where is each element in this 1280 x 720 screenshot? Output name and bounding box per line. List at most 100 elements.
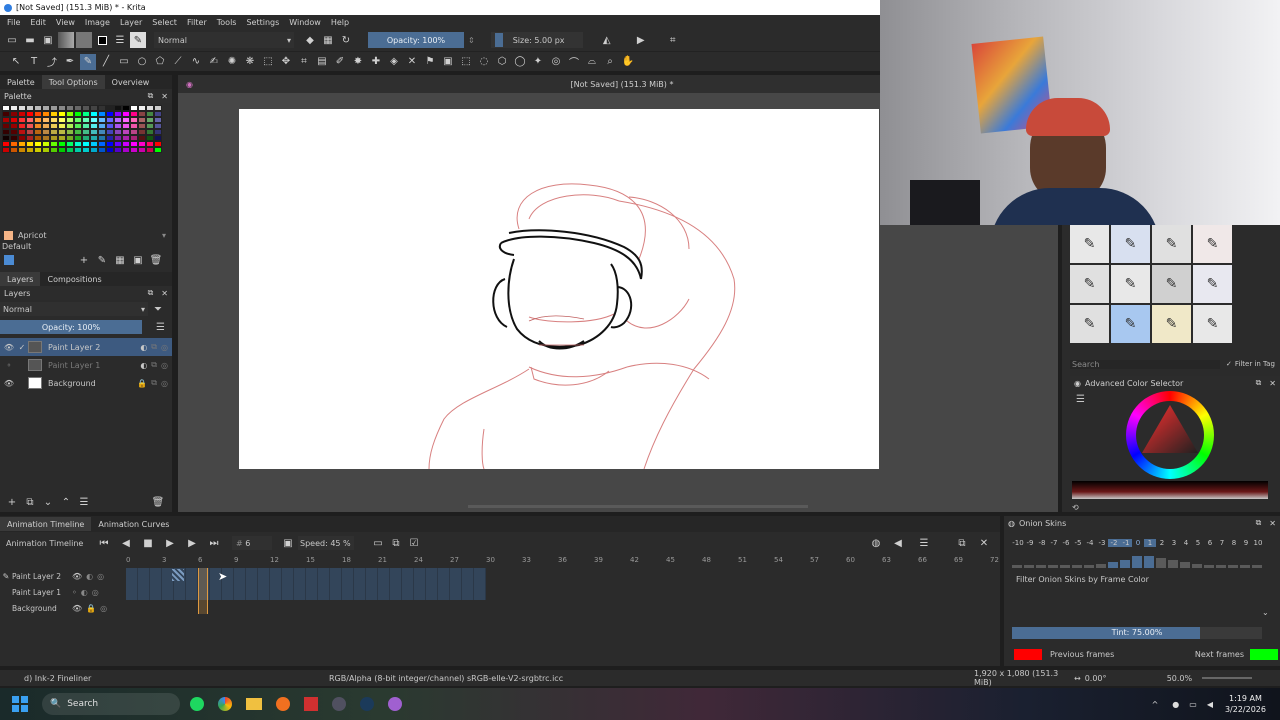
rectangle-icon[interactable]: ▭ (116, 54, 132, 70)
polygon-icon[interactable]: ⬠ (152, 54, 168, 70)
onion-opacity-bar[interactable] (1096, 564, 1106, 568)
close-icon[interactable]: ✕ (1269, 519, 1276, 528)
previous-frames-color[interactable] (1014, 648, 1042, 660)
stop-icon[interactable]: ■ (140, 535, 156, 551)
onion-frame-number[interactable]: 7 (1216, 539, 1228, 547)
close-icon[interactable]: ✕ (1269, 379, 1276, 388)
tab-animation-timeline[interactable]: Animation Timeline (0, 517, 92, 531)
timeline-layer-row[interactable]: Background 👁 🔒 ◎ (0, 600, 126, 616)
onion-frame-number[interactable]: 0 (1132, 539, 1144, 547)
menu-item-file[interactable]: File (2, 18, 25, 27)
onion-frame-number[interactable]: 9 (1240, 539, 1252, 547)
palette-list-icon[interactable] (4, 255, 14, 265)
timeline-layer-name[interactable]: Paint Layer 2 (12, 572, 68, 581)
filter-onion-label[interactable]: Filter Onion Skins by Frame Color (1016, 575, 1149, 584)
float-icon[interactable]: ⧉ (1256, 518, 1262, 528)
transform-icon[interactable]: ⬚ (260, 54, 276, 70)
edit-icon[interactable]: ✎ (94, 252, 110, 268)
visibility-icon[interactable]: 👁 (72, 604, 82, 613)
palette-swatch[interactable] (130, 147, 138, 153)
tab-overview[interactable]: Overview (105, 75, 157, 89)
mirror-horizontal-icon[interactable]: ◭ (599, 32, 615, 48)
palette-swatch[interactable] (98, 147, 106, 153)
ellipse-select-icon[interactable]: ◌ (476, 54, 492, 70)
refresh-icon[interactable]: ⟲ (1072, 503, 1079, 512)
onion-opacity-bar[interactable] (1204, 565, 1214, 568)
tab-palette[interactable]: Palette (0, 75, 42, 89)
size-slider[interactable]: Size: 5.00 px (490, 32, 583, 48)
color-wheel[interactable] (1126, 391, 1214, 479)
onion-frame-number[interactable]: -6 (1060, 539, 1072, 547)
menu-item-edit[interactable]: Edit (25, 18, 51, 27)
onion-toggle-icon[interactable]: ◎ (97, 572, 104, 581)
menu-item-window[interactable]: Window (284, 18, 326, 27)
chrome-icon[interactable] (218, 697, 232, 711)
tint-slider[interactable]: Tint: 75.00% (1012, 627, 1262, 639)
text-icon[interactable]: T (26, 54, 42, 70)
multi-frame-icon[interactable]: ⧉ (388, 535, 404, 551)
timeline-layer-name[interactable]: Background (12, 604, 68, 613)
palette-swatch[interactable] (26, 147, 34, 153)
taskbar-search[interactable]: 🔍 Search (42, 693, 180, 715)
open-document-icon[interactable]: ▬ (22, 32, 38, 48)
onion-opacity-bar[interactable] (1012, 565, 1022, 568)
app-icon-red[interactable] (304, 697, 318, 711)
timeline-layer-row[interactable]: Paint Layer 1 ◦ ◐ ◎ (0, 584, 126, 600)
next-frames-color[interactable] (1250, 648, 1278, 660)
layer-blend-select[interactable]: Normal ▾ (0, 302, 148, 316)
onion-opacity-bar[interactable] (1240, 565, 1250, 568)
onion-frame-number[interactable]: 3 (1168, 539, 1180, 547)
color-settings-icon[interactable]: ☰ (1076, 394, 1085, 405)
palette-swatch[interactable] (138, 147, 146, 153)
alpha-icon[interactable]: ◐ (140, 343, 147, 352)
menu-item-view[interactable]: View (51, 18, 80, 27)
onion-opacity-bar[interactable] (1132, 556, 1142, 568)
menu-item-layer[interactable]: Layer (115, 18, 147, 27)
onion-frame-number[interactable]: -7 (1048, 539, 1060, 547)
menu-item-image[interactable]: Image (80, 18, 115, 27)
bezier-select-icon[interactable]: ⌒ (566, 54, 582, 70)
layer-properties-icon[interactable]: ☰ (76, 494, 92, 510)
onion-frame-number[interactable]: -8 (1036, 539, 1048, 547)
frame-settings-icon[interactable]: ☑ (406, 535, 422, 551)
delete-layer-icon[interactable]: 🗑 (150, 494, 166, 510)
freehand-path-icon[interactable]: ✍ (206, 54, 222, 70)
brush-preset[interactable]: ✎ (1070, 265, 1109, 303)
krita-taskbar-icon[interactable] (388, 697, 402, 711)
palette-swatch[interactable] (154, 147, 162, 153)
onion-opacity-bar[interactable] (1192, 564, 1202, 568)
audio-icon[interactable]: ◀ (890, 535, 906, 551)
brush-preset[interactable]: ✎ (1152, 305, 1191, 343)
palette-swatch[interactable] (50, 147, 58, 153)
palette-swatch[interactable] (58, 147, 66, 153)
close-icon[interactable]: ✕ (161, 289, 168, 298)
menu-item-filter[interactable]: Filter (182, 18, 212, 27)
onion-opacity-bar[interactable] (1072, 565, 1082, 568)
float-icon[interactable]: ⧉ (1256, 378, 1262, 388)
dynamic-brush-icon[interactable]: ✺ (224, 54, 240, 70)
add-icon[interactable]: + (76, 252, 92, 268)
brush-preset[interactable]: ✎ (1152, 265, 1191, 303)
inherit-alpha-icon[interactable]: ⧉ (151, 342, 157, 352)
alpha-lock-icon[interactable]: ▦ (320, 32, 336, 48)
palette-swatch[interactable] (18, 147, 26, 153)
layer-opacity-slider[interactable]: Opacity: 100% (0, 320, 142, 334)
layer-row[interactable]: ◦ Paint Layer 1 ◐ ⧉ ◎ (0, 356, 172, 374)
onion-toggle-icon[interactable]: ◎ (161, 361, 168, 370)
palette-swatch[interactable] (106, 147, 114, 153)
brush-preset[interactable]: ✎ (1152, 225, 1191, 263)
palette-swatch[interactable] (82, 147, 90, 153)
next-frame-icon[interactable]: ▶ (184, 535, 200, 551)
onion-opacity-bar[interactable] (1060, 565, 1070, 568)
palette-swatch[interactable] (10, 147, 18, 153)
similar-select-icon[interactable]: ◎ (548, 54, 564, 70)
visibility-icon[interactable]: 👁 (2, 343, 16, 352)
brush-preset[interactable]: ✎ (1111, 305, 1150, 343)
onion-frame-number[interactable]: -3 (1096, 539, 1108, 547)
new-document-icon[interactable]: ▭ (4, 32, 20, 48)
network-icon[interactable]: ▭ (1189, 700, 1197, 709)
onion-opacity-bar[interactable] (1024, 565, 1034, 568)
rect-select-icon[interactable]: ⬚ (458, 54, 474, 70)
contiguous-select-icon[interactable]: ✦ (530, 54, 546, 70)
tab-layers[interactable]: Layers (0, 272, 41, 286)
